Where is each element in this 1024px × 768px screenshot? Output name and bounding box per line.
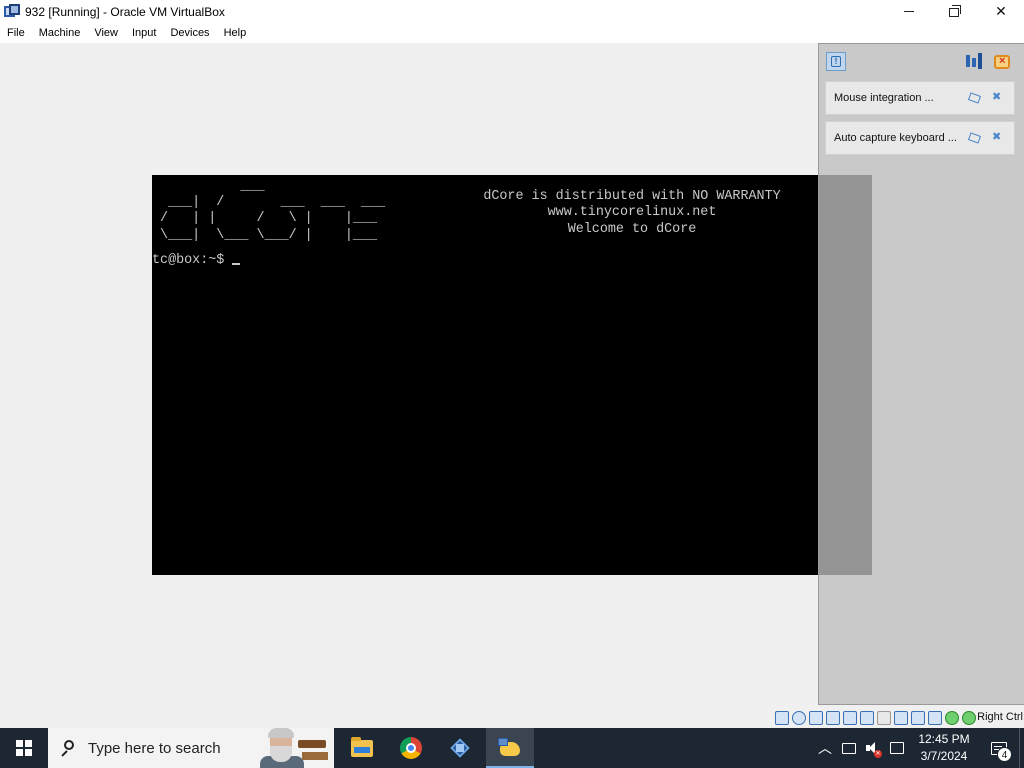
logo-line: \___| \___ \___/ | |___ (152, 227, 377, 243)
mouse-integration-icon[interactable] (945, 711, 959, 725)
taskbar-search-box[interactable]: Type here to search (48, 728, 334, 768)
notification-center: ! × Mouse integration ... Auto capture k… (818, 43, 1024, 705)
display-icon[interactable] (877, 711, 891, 725)
close-button[interactable]: ✕ (978, 0, 1024, 23)
muted-badge-icon: ✕ (874, 750, 882, 758)
taskbar-dcore-vm[interactable] (486, 728, 534, 768)
close-notification-icon[interactable] (991, 90, 1005, 105)
tray-volume-icon[interactable]: ✕ (861, 728, 885, 768)
notification-text: Auto capture keyboard ... (834, 132, 957, 144)
windows-taskbar: Type here to search ︿ ✕ 12:45 PM 3/7/202… (0, 728, 1024, 768)
taskbar-file-explorer[interactable] (338, 728, 386, 768)
dont-show-again-icon[interactable] (968, 91, 982, 105)
vm-running-icon[interactable] (928, 711, 942, 725)
network-icon[interactable] (826, 711, 840, 725)
chrome-icon (400, 737, 422, 759)
search-highlight-image[interactable] (256, 728, 332, 768)
system-tray: ︿ ✕ 12:45 PM 3/7/2024 4 (813, 728, 1024, 768)
taskbar-chrome[interactable] (387, 728, 435, 768)
window-title: 932 [Running] - Oracle VM VirtualBox (25, 4, 225, 19)
dont-show-again-icon[interactable] (968, 131, 982, 145)
banner-url-line: www.tinycorelinux.net (547, 205, 717, 221)
text-cursor (232, 263, 241, 265)
keyboard-capture-icon[interactable] (962, 711, 976, 725)
title-bar[interactable]: 932 [Running] - Oracle VM VirtualBox ✕ (0, 0, 1024, 23)
virtualbox-window: 932 [Running] - Oracle VM VirtualBox ✕ F… (0, 0, 1024, 768)
window-controls: ✕ (886, 0, 1024, 23)
close-icon: ✕ (995, 3, 1007, 19)
notification-center-header: ! × (819, 44, 1024, 78)
vm-icon[interactable] (911, 711, 925, 725)
banner-welcome-line: Welcome to dCore (567, 221, 697, 237)
audio-icon[interactable] (809, 711, 823, 725)
vm-status-bar: Right Ctrl (0, 708, 1024, 728)
optical-drive-icon[interactable] (792, 711, 806, 725)
menu-file[interactable]: File (0, 23, 32, 43)
menu-bar: File Machine View Input Devices Help (0, 23, 1024, 43)
menu-view[interactable]: View (87, 23, 125, 43)
menu-input[interactable]: Input (125, 23, 163, 43)
prompt-text: tc@box:~$ (152, 253, 225, 268)
dcore-ascii-logo: ___ ___| / ___ ___ ___ / | | / \ | |___ … (152, 179, 385, 244)
shared-folders-icon[interactable] (860, 711, 874, 725)
virtualbox-icon (449, 737, 471, 759)
taskbar-clock[interactable]: 12:45 PM 3/7/2024 (909, 728, 979, 768)
tray-network-icon[interactable] (837, 728, 861, 768)
menu-machine[interactable]: Machine (32, 23, 88, 43)
virtualbox-app-icon[interactable] (4, 3, 20, 20)
shell-prompt[interactable]: tc@box:~$ (152, 253, 241, 268)
dcore-vm-icon (498, 738, 522, 758)
notification-count-badge: 4 (997, 747, 1012, 762)
host-key-label[interactable]: Right Ctrl (977, 711, 1023, 723)
hard-disk-icon[interactable] (775, 711, 789, 725)
boot-banner: dCore is distributed with NO WARRANTY ww… (462, 189, 802, 238)
notification-text: Mouse integration ... (834, 92, 934, 104)
usb-icon[interactable] (843, 711, 857, 725)
maximize-icon (949, 5, 961, 17)
start-button[interactable] (0, 728, 48, 768)
notification-auto-capture-keyboard[interactable]: Auto capture keyboard ... (825, 121, 1015, 155)
action-center-button[interactable]: 4 (979, 728, 1019, 768)
maximize-button[interactable] (932, 0, 978, 23)
recording-icon[interactable] (894, 711, 908, 725)
show-desktop-button[interactable] (1019, 728, 1024, 768)
logo-line: ___| / ___ ___ ___ (152, 195, 386, 211)
device-status-icons (775, 710, 976, 726)
logo-line: ___ (152, 179, 265, 194)
menu-help[interactable]: Help (217, 23, 254, 43)
dismiss-all-icon[interactable]: × (994, 53, 1012, 71)
banner-warranty-line: dCore is distributed with NO WARRANTY (483, 189, 781, 204)
search-icon (60, 740, 76, 756)
menu-devices[interactable]: Devices (163, 23, 216, 43)
minimize-button[interactable] (886, 0, 932, 23)
tray-virtualbox-icon[interactable] (885, 728, 909, 768)
vm-console-screen[interactable]: ___ ___| / ___ ___ ___ / | | / \ | |___ … (152, 175, 872, 575)
notification-mouse-integration[interactable]: Mouse integration ... (825, 81, 1015, 115)
taskbar-virtualbox-manager[interactable] (436, 728, 484, 768)
search-placeholder: Type here to search (88, 739, 221, 757)
file-explorer-icon (351, 736, 373, 757)
clock-time: 12:45 PM (918, 732, 970, 746)
minimize-icon (904, 11, 914, 12)
sort-icon[interactable] (965, 53, 983, 71)
clock-date: 3/7/2024 (920, 749, 968, 763)
show-hidden-icons-chevron-icon[interactable]: ︿ (813, 728, 837, 768)
info-icon[interactable]: ! (826, 52, 846, 71)
windows-logo-icon (16, 740, 32, 756)
logo-line: / | | / \ | |___ (152, 211, 377, 227)
close-notification-icon[interactable] (991, 130, 1005, 145)
